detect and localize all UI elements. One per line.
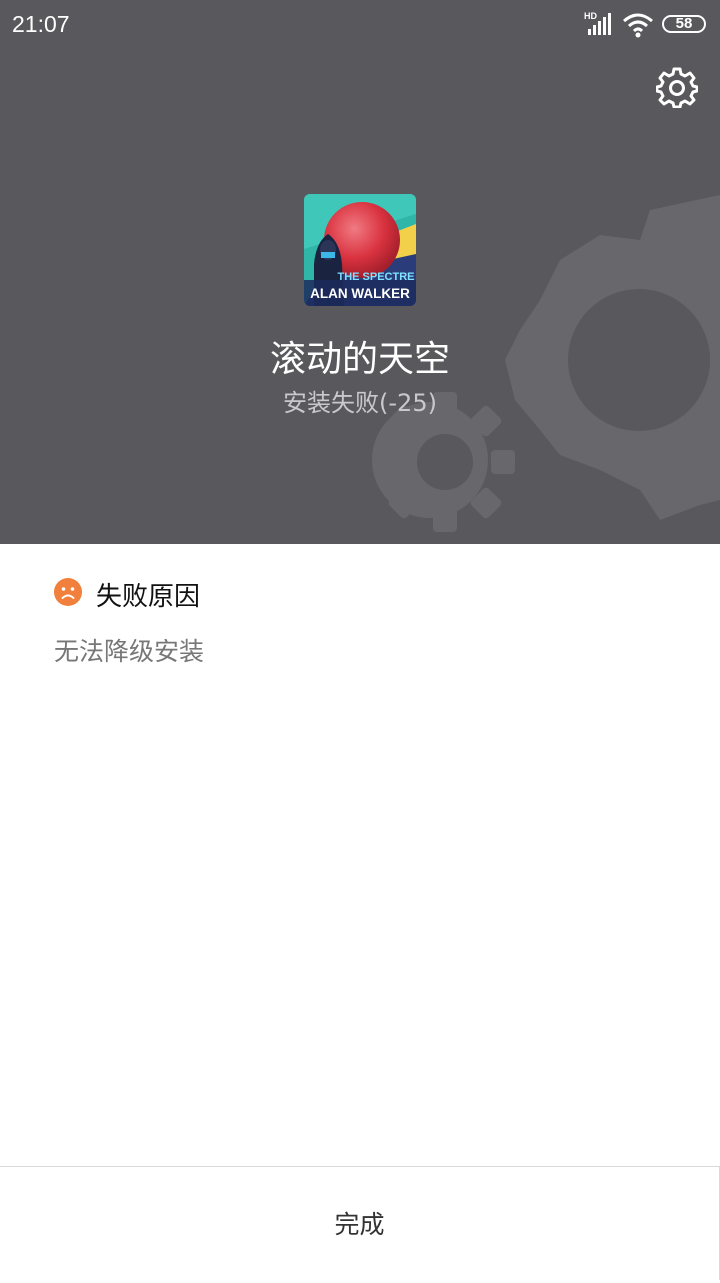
network-type-label: HD: [584, 11, 597, 21]
install-status: 安装失败(-25): [283, 389, 437, 417]
sad-face-icon: [54, 578, 82, 606]
icon-text-bottom: ALAN WALKER: [310, 286, 410, 301]
failure-reason-detail: 无法降级安装: [54, 637, 205, 666]
status-icons: HD 58: [584, 10, 708, 40]
wifi-icon: [623, 13, 653, 38]
app-icon-artwork: THE SPECTRE ALAN WALKER: [304, 194, 416, 306]
signal-icon: HD: [584, 11, 611, 35]
status-bar: 21:07 HD 58: [0, 0, 720, 52]
failure-reason-title: 失败原因: [96, 582, 201, 612]
icon-text-top: THE SPECTRE: [337, 271, 414, 283]
footer-bar: 完成: [0, 1166, 720, 1280]
done-button[interactable]: 完成: [0, 1167, 719, 1280]
app-icon: THE SPECTRE ALAN WALKER: [304, 194, 416, 306]
app-header: 21:07 HD 58 THE SPECTRE ALAN WALKER 滚动的天…: [0, 0, 720, 544]
status-time: 21:07: [12, 11, 70, 37]
settings-gear-icon[interactable]: [656, 66, 698, 108]
app-name: 滚动的天空: [269, 339, 450, 380]
battery-indicator: 58: [662, 15, 706, 33]
